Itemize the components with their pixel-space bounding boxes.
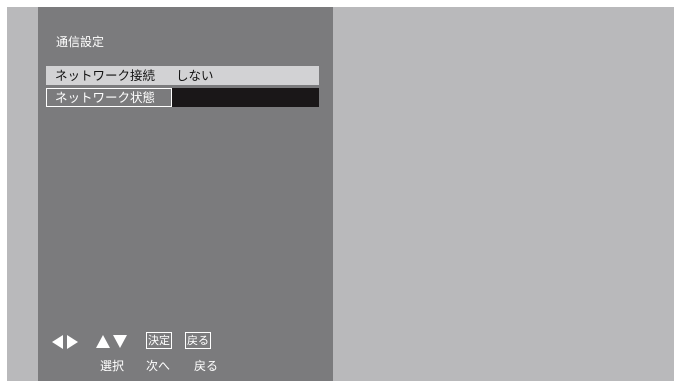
down-arrow-icon bbox=[113, 335, 127, 348]
right-arrow-icon bbox=[67, 335, 78, 349]
up-arrow-icon bbox=[96, 335, 110, 348]
remote-key-guide: 決定 戻る bbox=[52, 331, 252, 351]
menu-item-label: ネットワーク接続 bbox=[55, 68, 156, 83]
settings-panel bbox=[38, 7, 333, 381]
menu-item-network-connection[interactable]: ネットワーク接続 しない bbox=[46, 66, 319, 85]
panel-title: 通信設定 bbox=[56, 35, 105, 49]
left-arrow-icon bbox=[52, 335, 63, 349]
hint-back: 戻る bbox=[194, 359, 219, 373]
back-key-label: 戻る bbox=[185, 332, 211, 349]
hint-select: 選択 bbox=[100, 359, 125, 373]
ok-key-label: 決定 bbox=[146, 332, 172, 349]
menu-item-value: しない bbox=[176, 68, 214, 83]
menu-item-network-status[interactable]: ネットワーク状態 bbox=[46, 88, 319, 107]
hint-next: 次へ bbox=[146, 359, 171, 373]
menu-item-label: ネットワーク状態 bbox=[46, 88, 172, 107]
